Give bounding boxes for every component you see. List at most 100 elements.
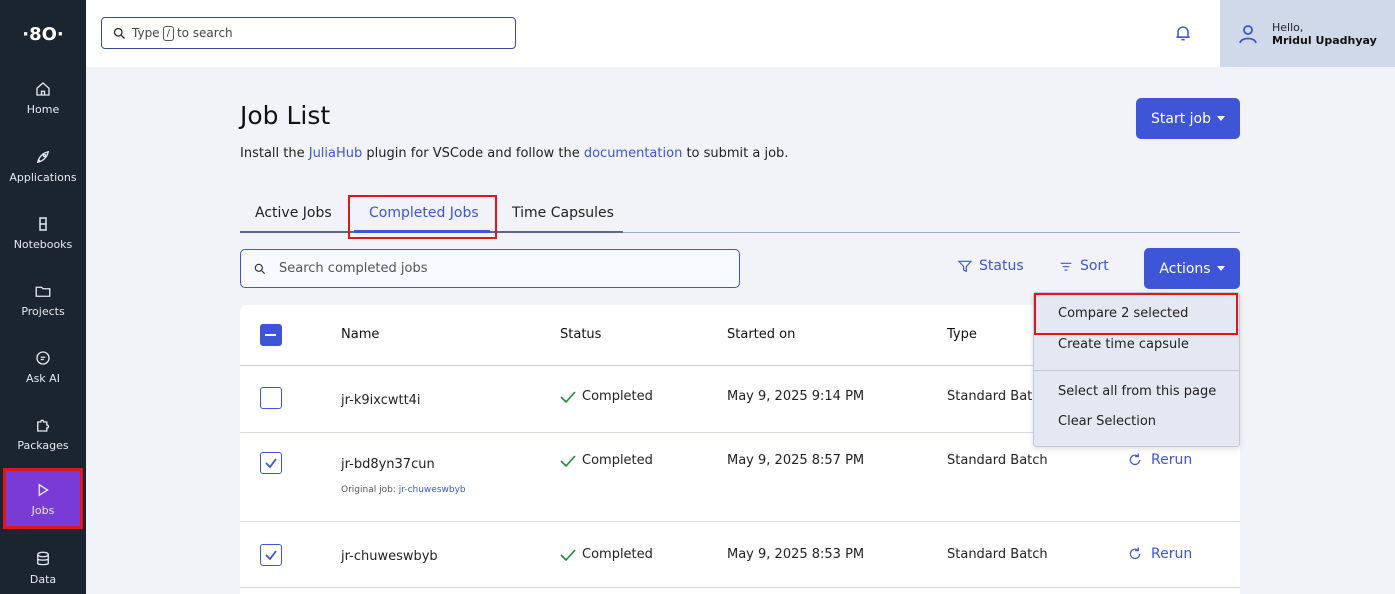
job-status: Completed [560, 389, 653, 404]
page-title: Job List [240, 101, 331, 130]
sidebar-item-label: Projects [21, 305, 65, 318]
checkmark-icon [265, 458, 277, 469]
top-bar: Type / to search Hello, Mridul Upadhyay [86, 0, 1395, 67]
check-icon [560, 390, 576, 403]
username: Mridul Upadhyay [1272, 33, 1377, 47]
tab-time-capsules[interactable]: Time Capsules [512, 205, 614, 221]
original-job: Original job: jr-chuweswbyb [341, 485, 466, 495]
chat-icon [36, 351, 50, 365]
column-header-type: Type [947, 327, 977, 342]
select-all-checkbox[interactable] [260, 324, 282, 346]
column-header-name: Name [341, 327, 380, 342]
sidebar-item-packages[interactable]: Packages [0, 404, 86, 464]
sidebar-item-notebooks[interactable]: Notebooks [0, 203, 86, 263]
puzzle-icon [37, 419, 50, 432]
search-prefix: Type [132, 26, 160, 40]
status-filter-button[interactable]: Status [957, 258, 1024, 274]
start-job-button[interactable]: Start job [1136, 98, 1240, 139]
sidebar-item-home[interactable]: Home [0, 68, 86, 128]
rerun-button[interactable]: Rerun [1127, 546, 1192, 562]
notebook-icon [39, 217, 47, 231]
sidebar-item-projects[interactable]: Projects [0, 270, 86, 330]
rerun-label: Rerun [1151, 546, 1193, 562]
refresh-icon [1129, 453, 1141, 466]
sidebar-item-ask-ai[interactable]: Ask AI [0, 337, 86, 397]
rerun-label: Rerun [1151, 452, 1193, 468]
subtitle-text: Install the [240, 146, 309, 161]
status-text: Completed [582, 453, 653, 468]
juliahub-link[interactable]: JuliaHub [309, 146, 363, 161]
sort-button[interactable]: Sort [1058, 258, 1109, 274]
original-job-label: Original job: [341, 485, 399, 495]
row-checkbox[interactable] [260, 387, 282, 409]
rerun-button[interactable]: Rerun [1127, 452, 1192, 468]
job-started-on: May 9, 2025 8:57 PM [727, 453, 865, 468]
page-subtitle: Install the JuliaHub plugin for VSCode a… [240, 146, 788, 161]
search-icon [254, 263, 266, 274]
job-name[interactable]: jr-chuweswbyb [341, 549, 438, 564]
sidebar-item-label: Notebooks [13, 238, 73, 251]
documentation-link[interactable]: documentation [584, 146, 682, 161]
search-shortcut-key: / [162, 25, 174, 41]
start-job-label: Start job [1151, 110, 1211, 127]
job-name[interactable]: jr-bd8yn37cun [341, 457, 435, 472]
menu-item-highlight-box [1034, 293, 1238, 335]
caret-down-icon [1217, 116, 1225, 121]
row-checkbox[interactable] [260, 544, 282, 566]
checkmark-icon [265, 550, 277, 561]
global-search-input[interactable]: Type / to search [101, 17, 516, 49]
sort-icon [1060, 262, 1072, 271]
subtitle-text: plugin for VSCode and follow the [362, 146, 584, 161]
job-type: Standard Batch [947, 453, 1048, 468]
job-started-on: May 9, 2025 8:53 PM [727, 547, 865, 562]
tab-active-jobs[interactable]: Active Jobs [255, 205, 332, 221]
column-header-started-on: Started on [727, 327, 796, 342]
table-row[interactable]: jr-chuweswbyb Completed May 9, 2025 8:53… [240, 522, 1240, 588]
menu-item-clear-selection[interactable]: Clear Selection [1058, 414, 1156, 429]
filter-icon [957, 260, 973, 273]
check-icon [560, 548, 576, 561]
sidebar-item-label: Packages [17, 439, 69, 452]
actions-button[interactable]: Actions [1144, 248, 1240, 289]
greeting: Hello, [1272, 20, 1304, 34]
completed-jobs-search-input[interactable]: Search completed jobs [240, 249, 740, 288]
sidebar-item-label: Ask AI [26, 372, 60, 385]
original-job-link[interactable]: jr-chuweswbyb [399, 485, 466, 495]
sidebar-item-label: Applications [9, 171, 77, 184]
folder-icon [35, 286, 51, 297]
search-icon [113, 27, 125, 39]
check-icon [560, 454, 576, 467]
refresh-icon [1129, 547, 1141, 560]
caret-down-icon [1216, 266, 1225, 271]
sidebar-item-label: Home [26, 103, 60, 116]
job-name[interactable]: jr-k9ixcwtt4i [341, 393, 421, 408]
subtitle-text: to submit a job. [682, 146, 789, 161]
sidebar-item-jobs[interactable]: Jobs [3, 468, 83, 529]
database-icon [37, 551, 49, 566]
status-filter-label: Status [979, 258, 1024, 274]
bell-icon[interactable] [1173, 22, 1193, 44]
actions-label: Actions [1159, 260, 1211, 277]
search-placeholder: Search completed jobs [279, 261, 428, 276]
job-type: Standard Batch [947, 547, 1048, 562]
menu-item-create-time-capsule[interactable]: Create time capsule [1058, 337, 1189, 352]
job-status: Completed [560, 453, 653, 468]
search-suffix: to search [176, 26, 233, 40]
menu-divider [1034, 370, 1239, 371]
sidebar-item-applications[interactable]: Applications [0, 136, 86, 196]
status-text: Completed [582, 547, 653, 562]
status-text: Completed [582, 389, 653, 404]
job-status: Completed [560, 547, 653, 562]
sidebar-item-label: Jobs [31, 503, 55, 517]
user-icon [1239, 24, 1257, 43]
sidebar-item-data[interactable]: Data [0, 538, 86, 594]
menu-item-select-all-page[interactable]: Select all from this page [1058, 384, 1216, 399]
row-checkbox[interactable] [260, 452, 282, 474]
play-icon [38, 483, 49, 496]
user-menu[interactable]: Hello, Mridul Upadhyay [1220, 0, 1395, 67]
sort-label: Sort [1080, 258, 1109, 274]
rocket-icon [36, 150, 50, 164]
sidebar: ·8O· Home Applications Notebooks Project… [0, 0, 86, 594]
sidebar-item-label: Data [29, 573, 57, 586]
juliahub-logo[interactable]: ·8O· [0, 0, 86, 68]
